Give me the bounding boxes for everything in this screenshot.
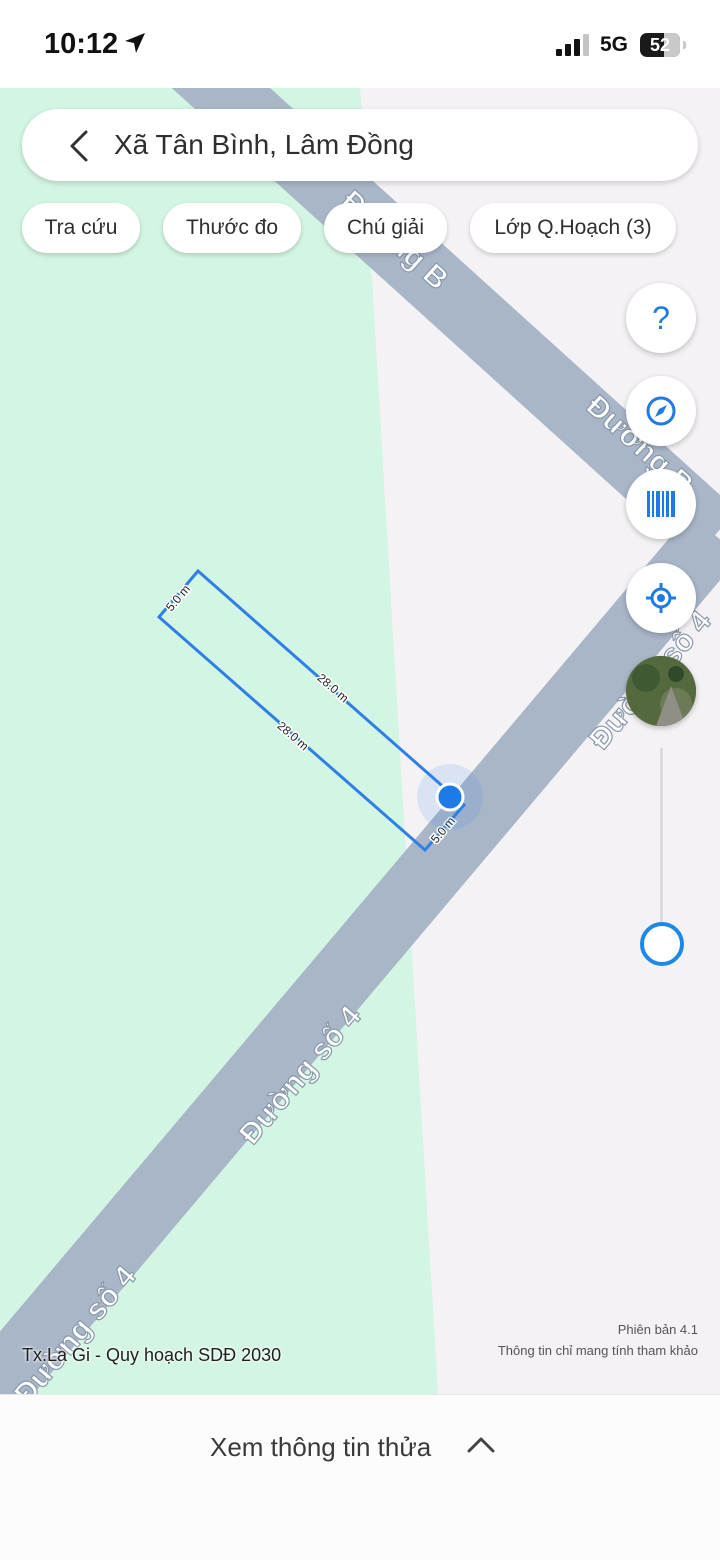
help-icon: ? — [652, 300, 670, 336]
parcel-info-label[interactable]: Xem thông tin thửa — [210, 1432, 431, 1463]
back-arrow-icon[interactable] — [66, 129, 94, 163]
status-bar: 10:12 5G 52 — [0, 0, 720, 88]
signal-icon — [556, 34, 589, 56]
app-version: Phiên bản 4.1 — [617, 1322, 698, 1337]
location-arrow-icon — [125, 33, 145, 53]
current-location-dot — [435, 782, 465, 812]
map-layer: Đường số 4 Đường số 4 Đường số 4 Đường B… — [0, 88, 720, 1394]
chip-chu-giai[interactable]: Chú giải — [324, 203, 447, 253]
compass-button[interactable] — [626, 376, 696, 446]
battery-icon: 52 — [640, 33, 680, 57]
battery-level: 52 — [649, 35, 671, 55]
chip-thuoc-do[interactable]: Thước đo — [163, 203, 301, 253]
chevron-up-icon[interactable] — [466, 1435, 496, 1455]
location-title: Xã Tân Bình, Lâm Đồng — [114, 129, 414, 160]
satellite-layer-button[interactable] — [626, 656, 696, 726]
barcode-button[interactable] — [626, 469, 696, 539]
chip-lop-quy-hoach[interactable]: Lớp Q.Hoạch (3) — [470, 203, 676, 253]
satellite-layer-icon — [626, 656, 696, 726]
barcode-icon — [647, 491, 675, 517]
search-bar[interactable]: Xã Tân Bình, Lâm Đồng — [22, 109, 698, 181]
compass-icon — [646, 396, 676, 426]
land-use-zone-green — [0, 88, 438, 1394]
locate-button[interactable] — [626, 563, 696, 633]
chip-tra-cuu[interactable]: Tra cứu — [22, 203, 140, 253]
parcel-info-panel[interactable]: Xem thông tin thửa — [0, 1394, 720, 1560]
map-canvas[interactable]: Đường số 4 Đường số 4 Đường số 4 Đường B… — [0, 88, 720, 1394]
disclaimer: Thông tin chỉ mang tính tham khảo — [497, 1343, 698, 1358]
locate-icon — [646, 583, 676, 613]
map-name: Tx.La Gi - Quy hoạch SDĐ 2030 — [22, 1345, 282, 1365]
zoom-slider-knob[interactable] — [640, 922, 684, 966]
help-button[interactable]: ? — [626, 283, 696, 353]
zoom-slider-track[interactable] — [660, 748, 663, 928]
network-type: 5G — [600, 33, 629, 56]
status-time: 10:12 — [44, 28, 119, 60]
svg-text:?: ? — [652, 300, 670, 336]
